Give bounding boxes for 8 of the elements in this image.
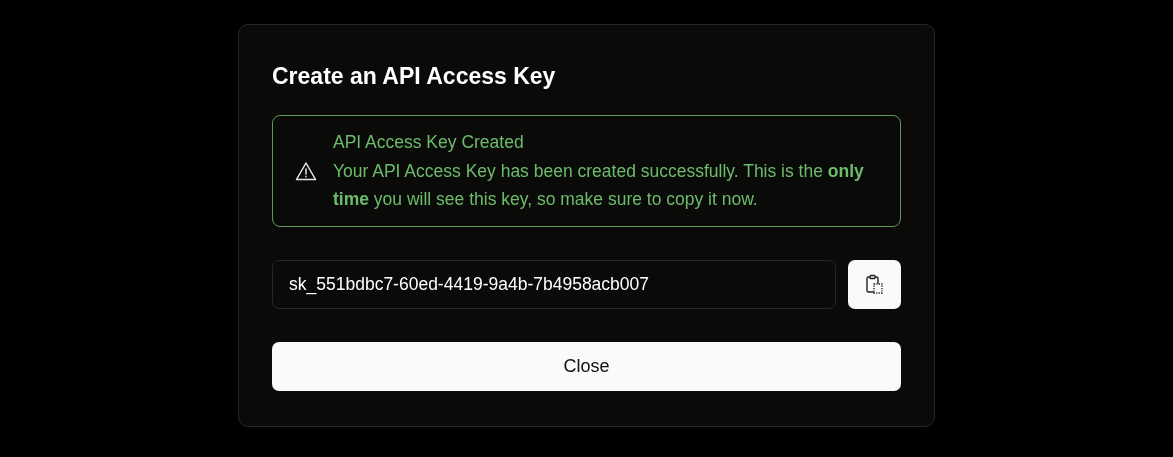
- alert-message: Your API Access Key has been created successfully. This is the only time you will see this key, so make sure to copy it now.: [333, 160, 865, 211]
- copy-button[interactable]: [848, 260, 901, 309]
- api-key-field[interactable]: sk_551bdbc7-60ed-4419-9a4b-7b4958acb007: [272, 260, 836, 309]
- clipboard-icon: [864, 273, 885, 296]
- warning-icon: [295, 161, 317, 181]
- alert-title: API Access Key Created: [333, 131, 525, 154]
- dialog-title: Create an API Access Key: [272, 62, 557, 91]
- close-button[interactable]: Close: [272, 342, 901, 391]
